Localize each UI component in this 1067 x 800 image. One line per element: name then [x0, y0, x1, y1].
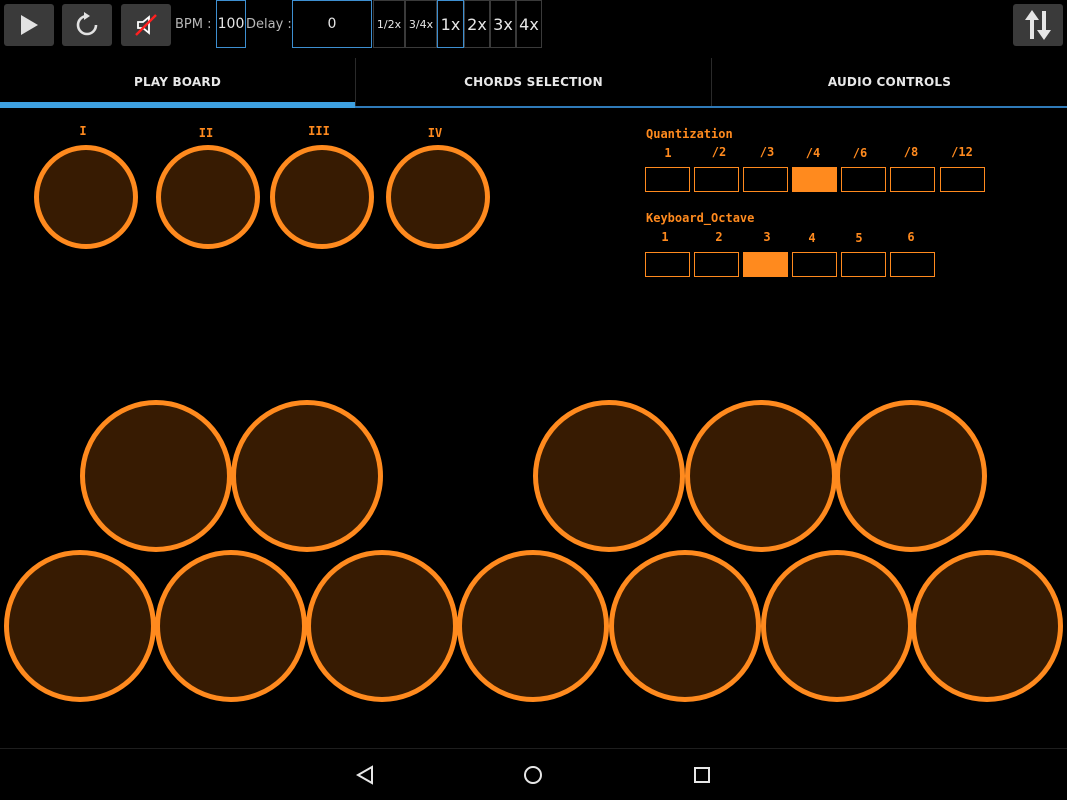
- tab-play-board[interactable]: PLAY BOARD: [0, 58, 355, 108]
- delay-value-field[interactable]: 0: [292, 0, 372, 48]
- quantization-option[interactable]: [890, 167, 935, 192]
- quantization-label: /3: [759, 145, 775, 159]
- octave-label: 4: [808, 231, 816, 245]
- play-board: I II III IV Quantization 1 /2 /3 /4 /6 /…: [0, 110, 1067, 748]
- octave-label: 5: [855, 231, 863, 245]
- quantization-label: /12: [951, 145, 973, 159]
- key-pad-lower[interactable]: [4, 550, 156, 702]
- octave-option[interactable]: [694, 252, 739, 277]
- key-pad-upper[interactable]: [685, 400, 837, 552]
- chord-pad-4[interactable]: [386, 145, 490, 249]
- key-pad-lower[interactable]: [155, 550, 307, 702]
- app-root: BPM : 100 Delay : 0 1/2x 3/4x 1x 2x 3x 4…: [0, 0, 1067, 800]
- key-pad-upper[interactable]: [80, 400, 232, 552]
- tab-audio-controls[interactable]: AUDIO CONTROLS: [711, 58, 1067, 106]
- nav-back-button[interactable]: [351, 761, 379, 789]
- key-pad-upper[interactable]: [533, 400, 685, 552]
- key-pad-lower[interactable]: [911, 550, 1063, 702]
- bpm-label: BPM :: [175, 17, 212, 32]
- quantization-label: /6: [852, 146, 868, 160]
- nav-home-button[interactable]: [519, 761, 547, 789]
- back-icon: [355, 765, 373, 785]
- quantization-option[interactable]: [694, 167, 739, 192]
- chord-label-3: III: [308, 124, 330, 138]
- octave-label: 3: [763, 230, 771, 244]
- octave-label: 2: [715, 230, 723, 244]
- octave-label: 1: [661, 230, 669, 244]
- play-button[interactable]: [4, 4, 54, 46]
- octave-option[interactable]: [841, 252, 886, 277]
- mute-icon: [135, 14, 157, 36]
- key-pad-lower[interactable]: [609, 550, 761, 702]
- octave-label: 6: [907, 230, 915, 244]
- quantization-label: /2: [711, 145, 727, 159]
- play-icon: [21, 15, 38, 35]
- home-icon: [524, 766, 542, 784]
- reset-button[interactable]: [62, 4, 112, 46]
- speed-option-4x[interactable]: 4x: [516, 0, 542, 48]
- quantization-label: /4: [805, 146, 821, 160]
- tab-chords-selection[interactable]: CHORDS SELECTION: [355, 58, 711, 106]
- key-pad-lower[interactable]: [761, 550, 913, 702]
- sort-button[interactable]: [1013, 4, 1063, 46]
- system-nav-bar: [0, 748, 1067, 800]
- octave-option[interactable]: [792, 252, 837, 277]
- speed-option-3x[interactable]: 3x: [490, 0, 516, 48]
- chord-pad-1[interactable]: [34, 145, 138, 249]
- toolbar: BPM : 100 Delay : 0 1/2x 3/4x 1x 2x 3x 4…: [0, 0, 1067, 54]
- quantization-label: /8: [903, 145, 919, 159]
- reset-icon: [76, 12, 98, 36]
- octave-option-selected[interactable]: [743, 252, 788, 277]
- quantization-option[interactable]: [940, 167, 985, 192]
- bpm-value-field[interactable]: 100: [216, 0, 246, 48]
- speed-option-2x[interactable]: 2x: [464, 0, 490, 48]
- chord-label-4: IV: [427, 126, 443, 140]
- quantization-option[interactable]: [743, 167, 788, 192]
- key-pad-upper[interactable]: [231, 400, 383, 552]
- quantization-option-selected[interactable]: [792, 167, 837, 192]
- octave-option[interactable]: [890, 252, 935, 277]
- speed-option-three-quarter[interactable]: 3/4x: [405, 0, 437, 48]
- nav-recents-button[interactable]: [688, 761, 716, 789]
- chord-label-1: I: [79, 124, 87, 138]
- speed-option-1x[interactable]: 1x: [437, 0, 464, 48]
- quantization-option[interactable]: [841, 167, 886, 192]
- chord-label-2: II: [198, 126, 214, 140]
- octave-option[interactable]: [645, 252, 690, 277]
- keyboard-octave-title: Keyboard_Octave: [646, 211, 755, 225]
- tab-chords-selection-label: CHORDS SELECTION: [464, 75, 603, 89]
- chord-pad-2[interactable]: [156, 145, 260, 249]
- quantization-title: Quantization: [646, 127, 733, 141]
- tab-audio-controls-label: AUDIO CONTROLS: [827, 75, 952, 89]
- quantization-label: 1: [664, 146, 672, 160]
- speed-option-half[interactable]: 1/2x: [373, 0, 405, 48]
- tab-bar: PLAY BOARD CHORDS SELECTION AUDIO CONTRO…: [0, 58, 1067, 108]
- mute-button[interactable]: [121, 4, 171, 46]
- key-pad-upper[interactable]: [835, 400, 987, 552]
- sort-arrows-icon: [1025, 10, 1051, 40]
- key-pad-lower[interactable]: [457, 550, 609, 702]
- tab-play-board-label: PLAY BOARD: [134, 75, 221, 89]
- quantization-option[interactable]: [645, 167, 690, 192]
- key-pad-lower[interactable]: [306, 550, 458, 702]
- delay-label: Delay :: [246, 17, 292, 32]
- recents-icon: [694, 767, 710, 783]
- chord-pad-3[interactable]: [270, 145, 374, 249]
